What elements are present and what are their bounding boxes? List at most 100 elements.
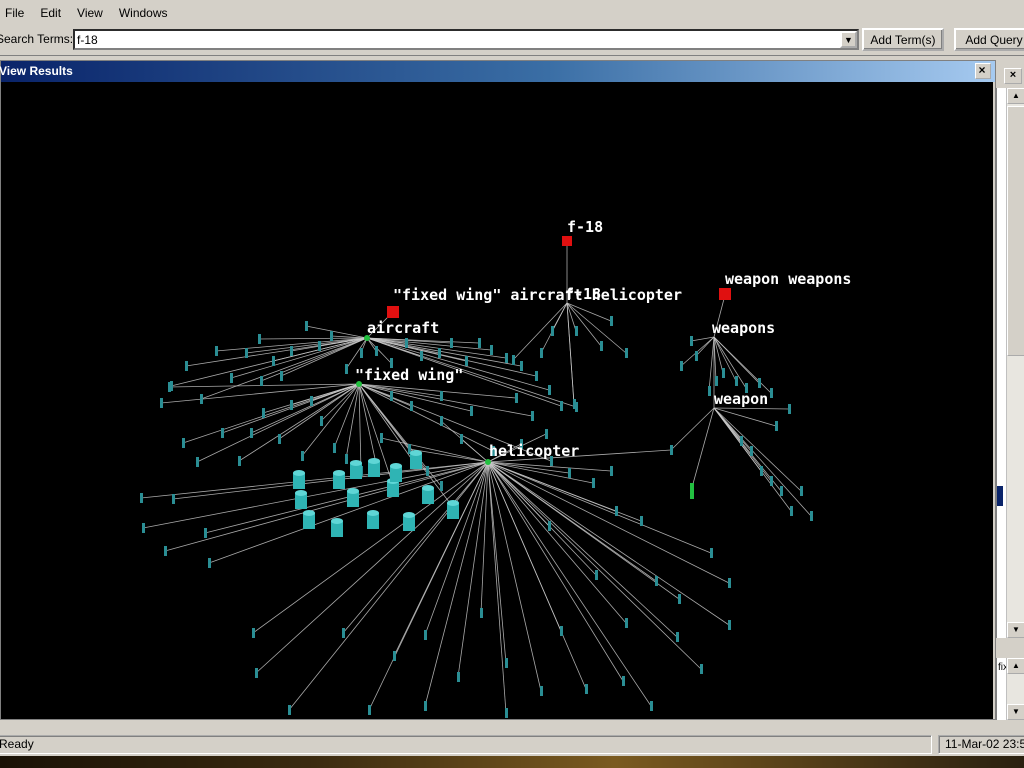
f18-edge	[566, 302, 602, 347]
side-results-list[interactable]: ▲ ▼	[996, 88, 1024, 638]
side-panel-close-button[interactable]: ×	[1004, 68, 1022, 84]
weapon-edge	[670, 407, 715, 451]
chevron-up-icon: ▲	[1012, 91, 1020, 100]
leaf-node	[690, 336, 693, 346]
leaf-node	[465, 356, 468, 366]
side-list-scrollbar[interactable]: ▲ ▼	[1006, 88, 1024, 638]
side-lower-list[interactable]: fix ▲ ▼	[996, 658, 1024, 720]
helicopter-edge	[142, 461, 489, 529]
menu-view-label: View	[77, 6, 103, 20]
leaf-node	[610, 466, 613, 476]
side-lower-scrollbar[interactable]: ▲ ▼	[1006, 658, 1024, 720]
dropdown-arrow-button[interactable]: ▼	[840, 31, 857, 48]
leaf-node	[310, 396, 313, 406]
helicopter-edge	[487, 461, 550, 527]
leaf-node	[790, 506, 793, 516]
close-window-button[interactable]: ×	[975, 63, 991, 79]
helicopter-edge	[487, 461, 627, 624]
scroll-down-arrow[interactable]: ▼	[1007, 704, 1024, 720]
graph-canvas[interactable]: f-18 f-18 "fixed wing" aircraft helicopter…	[1, 82, 993, 719]
leaf-node	[142, 523, 145, 533]
leaf-node	[625, 348, 628, 358]
helicopter-edge	[487, 461, 702, 670]
menu-file[interactable]: File	[0, 0, 32, 26]
leaf-node	[200, 394, 203, 404]
helicopter-edge	[487, 461, 570, 474]
leaf-node	[172, 494, 175, 504]
leaf-node	[290, 346, 293, 356]
leaf-node	[375, 346, 378, 356]
cylinder-node-top	[422, 485, 434, 491]
add-query-button[interactable]: Add Query	[954, 28, 1024, 51]
fixed-wing-edge	[182, 383, 360, 444]
cylinder-node-top	[333, 470, 345, 476]
leaf-node	[490, 345, 493, 355]
leaf-node	[480, 608, 483, 618]
leaf-node	[760, 466, 763, 476]
leaf-node	[160, 398, 163, 408]
leaf-node	[438, 348, 441, 358]
cylinder-node-top	[347, 488, 359, 494]
leaf-node	[301, 451, 304, 461]
menu-bar: File Edit View Windows	[0, 0, 1024, 26]
scroll-up-arrow[interactable]: ▲	[1007, 658, 1024, 674]
search-combobox[interactable]: ▼	[73, 29, 859, 50]
close-icon: ×	[1009, 69, 1017, 81]
selected-list-item[interactable]	[997, 486, 1003, 506]
leaf-node	[290, 400, 293, 410]
weapons-edge	[713, 336, 747, 389]
helicopter-edge	[487, 461, 678, 638]
leaf-node	[640, 516, 643, 526]
add-terms-button[interactable]: Add Term(s)	[862, 28, 944, 51]
weapon-edge	[690, 407, 715, 492]
network-graph[interactable]: f-18f-18"fixed wing" aircraft helicopter…	[1, 82, 993, 719]
leaf-node	[655, 576, 658, 586]
leaf-node	[320, 416, 323, 426]
view-results-window: View Results × f-18 f-18 "fixed wing" airc…	[0, 60, 996, 720]
weapon-edge	[713, 407, 812, 517]
leaf-node	[460, 434, 463, 444]
leaf-node	[238, 456, 241, 466]
leaf-node	[440, 391, 443, 401]
leaf-node	[260, 376, 263, 386]
menu-view[interactable]: View	[69, 0, 111, 26]
leaf-node	[252, 628, 255, 638]
helicopter-edge	[487, 461, 652, 707]
view-results-titlebar[interactable]: View Results ×	[0, 61, 995, 82]
leaf-node	[380, 433, 383, 443]
cylinder-node-top	[367, 510, 379, 516]
chevron-down-icon: ▼	[1012, 625, 1020, 634]
search-input[interactable]	[75, 32, 835, 47]
cylinder-node-top	[390, 463, 402, 469]
leaf-node	[575, 326, 578, 336]
helicopter-edge	[487, 461, 680, 600]
leaf-node	[505, 708, 508, 718]
helicopter-edge	[440, 420, 489, 463]
leaf-node	[478, 338, 481, 348]
leaf-node	[426, 466, 429, 476]
leaf-node	[440, 416, 443, 426]
scroll-up-arrow[interactable]: ▲	[1007, 88, 1024, 104]
helicopter-edge	[487, 461, 642, 522]
leaf-node	[750, 446, 753, 456]
graph-label-aircraft: aircraft	[367, 319, 439, 337]
fixed-wing-query-node	[387, 306, 399, 318]
scroll-down-arrow[interactable]: ▼	[1007, 622, 1024, 638]
weapon-query-node	[719, 288, 731, 300]
leaf-node	[735, 376, 738, 386]
leaf-node	[440, 481, 443, 491]
leaf-node	[164, 546, 167, 556]
leaf-node	[470, 406, 473, 416]
leaf-node	[278, 434, 281, 444]
highlighted-leaf-node	[690, 483, 694, 499]
menu-windows[interactable]: Windows	[111, 0, 176, 26]
scroll-thumb[interactable]	[1007, 106, 1024, 356]
leaf-node	[262, 408, 265, 418]
leaf-node	[505, 658, 508, 668]
menu-edit[interactable]: Edit	[32, 0, 69, 26]
fixed-wing-edge	[358, 383, 472, 412]
leaf-node	[330, 331, 333, 341]
fixed-wing-edge	[238, 383, 360, 462]
graph-label-weapon: weapon	[714, 390, 768, 408]
graph-label-helicopter: helicopter	[489, 442, 579, 460]
